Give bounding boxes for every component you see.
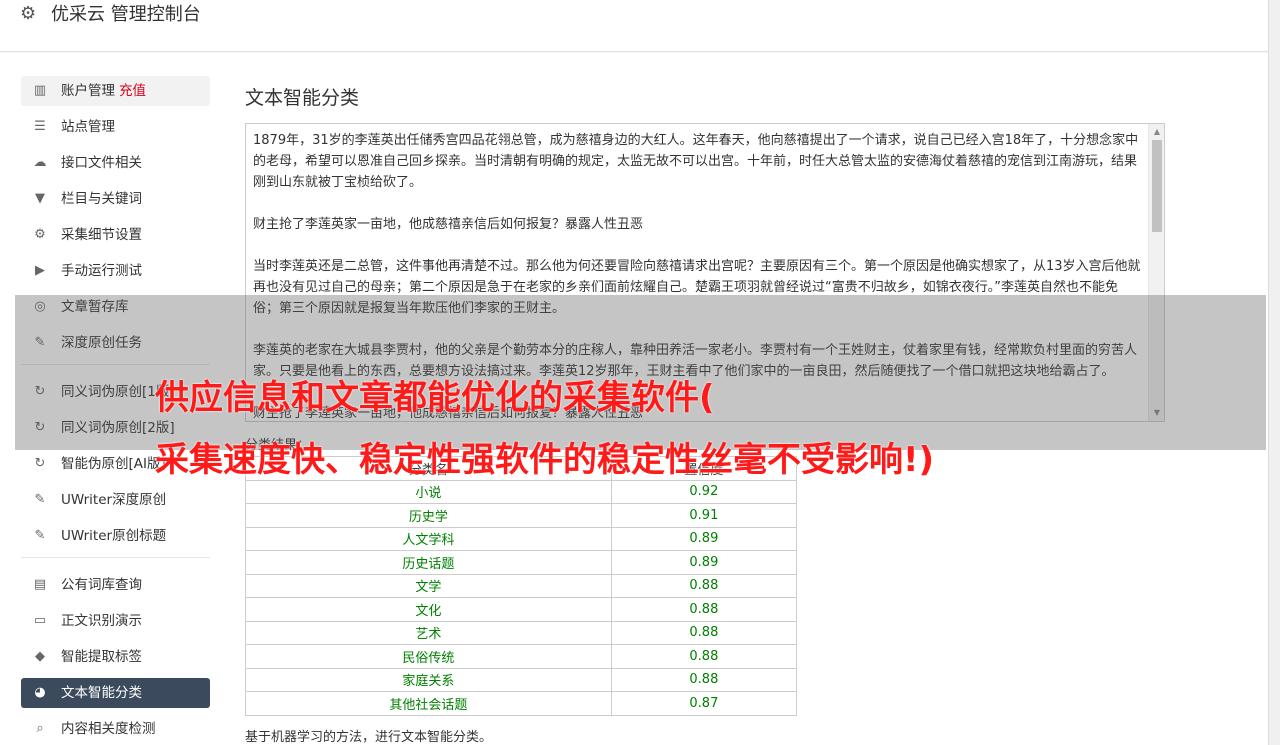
book-icon: ▤ [33,577,47,592]
sidebar-item[interactable]: ▶ 手动运行测试 [21,256,210,286]
sidebar-item[interactable]: ◆ 智能提取标签 [21,642,210,672]
gear-icon: ⚙ [20,3,37,24]
category-cell: 民俗传统 [245,644,612,669]
confidence-cell: 0.88 [610,644,798,669]
monitor-icon: ▭ [33,613,47,628]
nav-divider [21,557,210,558]
overlay-headline-2: 采集速度快、稳定性强软件的稳定性丝毫不受影响!) [155,440,935,480]
confidence-cell: 0.89 [610,550,798,575]
confidence-cell: 0.88 [610,620,798,645]
sidebar-item[interactable]: ☁ 接口文件相关 [21,148,210,178]
sidebar-item-label: 采集细节设置 [61,227,142,243]
tag-icon: ◆ [35,649,45,664]
category-cell: 历史学 [245,503,612,528]
scroll-up-arrow-icon[interactable]: ▲ [1149,125,1164,139]
page-scrollbar[interactable] [1268,0,1280,745]
category-cell: 人文学科 [245,526,612,551]
sidebar-item[interactable]: ☰ 站点管理 [21,112,210,142]
sidebar-item-label: 公有词库查询 [61,577,142,593]
category-cell: 历史话题 [245,550,612,575]
search-icon: ⌕ [36,721,44,736]
filter-icon: ▼ [35,191,45,206]
overlay-headline-1: 供应信息和文章都能优化的采集软件( [155,378,715,418]
category-cell: 艺术 [245,620,612,645]
sidebar-item[interactable]: ✎ UWriter原创标题 [21,521,210,551]
top-bar: ⚙ 优采云 管理控制台 [0,0,1268,52]
scroll-thumb[interactable] [1152,140,1162,232]
gears-icon: ⚙ [34,227,46,242]
sidebar-item[interactable]: ⌕ 内容相关度检测 [21,714,210,744]
recharge-link[interactable]: 充值 [119,83,146,99]
sidebar-item-label: 接口文件相关 [61,155,142,171]
sidebar-item-label: 栏目与关键词 [61,191,142,207]
overlay-band [15,295,1266,450]
confidence-cell: 0.89 [610,526,798,551]
category-cell: 文学 [245,573,612,598]
category-cell: 文化 [245,597,612,622]
edit-icon: ✎ [34,492,46,507]
sidebar-item[interactable]: ◕ 文本智能分类 [21,678,210,708]
table-row: 其他社会话题 0.87 [245,691,798,716]
sidebar-item-label: 内容相关度检测 [61,721,156,737]
sidebar-item-label: UWriter深度原创 [61,492,167,508]
table-row: 人文学科 0.89 [245,526,798,551]
table-row: 家庭关系 0.88 [245,667,798,692]
refresh-icon: ↻ [34,456,46,471]
confidence-cell: 0.92 [610,479,798,504]
sidebar-item-label: 站点管理 [61,119,115,135]
sidebar-item-label: 智能提取标签 [61,649,142,665]
text-paragraph: 财主抢了李莲英家一亩地，他成慈禧亲信后如何报复？暴露人性丑恶 [253,217,644,232]
table-row: 民俗传统 0.88 [245,644,798,669]
sidebar-item-label: 智能伪原创[AI版] [61,456,166,472]
classification-table: 分类名 置信度 小说 0.92 历史学 0.91 人文学科 0.89 历史话题 0.89 文学 0… [245,456,798,716]
sidebar-item[interactable]: ▥ 账户管理 充值 [21,76,210,106]
table-row: 文化 0.88 [245,597,798,622]
confidence-cell: 0.91 [610,503,798,528]
edit-icon: ✎ [34,528,46,543]
pie-chart-icon: ◕ [34,685,46,700]
play-circle-icon: ▶ [35,263,45,278]
cloud-upload-icon: ☁ [33,155,47,170]
sidebar-item[interactable]: ▭ 正文识别演示 [21,606,210,636]
category-cell: 家庭关系 [245,667,612,692]
sidebar-item-label: 文本智能分类 [61,685,142,701]
table-row: 小说 0.92 [245,479,798,504]
confidence-cell: 0.87 [610,691,798,716]
text-paragraph: 1879年，31岁的李莲英出任储秀宫四品花翎总管，成为慈禧身边的大红人。这年春天… [253,133,1139,190]
confidence-cell: 0.88 [610,573,798,598]
table-row: 历史学 0.91 [245,503,798,528]
table-row: 文学 0.88 [245,573,798,598]
console-title: 优采云 管理控制台 [51,4,201,25]
sidebar-item[interactable]: ▼ 栏目与关键词 [21,184,210,214]
sidebar-item-label: 正文识别演示 [61,613,142,629]
page-title: 文本智能分类 [245,87,360,109]
sidebar-item-label: 账户管理 [61,83,115,99]
table-row: 历史话题 0.89 [245,550,798,575]
confidence-cell: 0.88 [610,597,798,622]
server-icon: ☰ [34,119,46,134]
sidebar-item[interactable]: ✎ UWriter深度原创 [21,485,210,515]
footnote: 基于机器学习的方法，进行文本智能分类。 [245,730,493,745]
sidebar-item-label: 手动运行测试 [61,263,142,279]
sidebar-item[interactable]: ▤ 公有词库查询 [21,570,210,600]
category-cell: 其他社会话题 [245,691,612,716]
category-cell: 小说 [245,479,612,504]
sidebar-item[interactable]: ⚙ 采集细节设置 [21,220,210,250]
sidebar-item-label: UWriter原创标题 [61,528,167,544]
table-row: 艺术 0.88 [245,620,798,645]
confidence-cell: 0.88 [610,667,798,692]
bar-chart-icon: ▥ [33,83,47,98]
